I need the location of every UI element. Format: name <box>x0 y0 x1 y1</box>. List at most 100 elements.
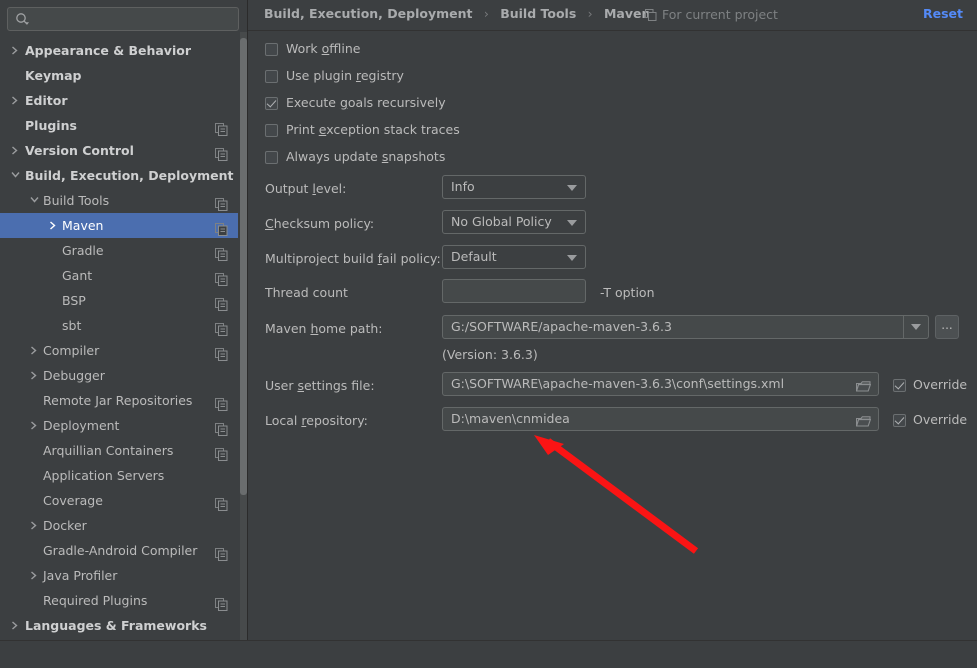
sidebar-item-bsp[interactable]: BSP <box>0 288 240 313</box>
breadcrumb-separator: › <box>587 6 593 21</box>
checkbox-label-3: Print exception stack traces <box>286 122 460 137</box>
reset-link[interactable]: Reset <box>923 6 963 21</box>
user-settings-override-checkbox[interactable] <box>893 379 906 392</box>
sidebar-scrollbar[interactable] <box>238 32 247 640</box>
sidebar-item-label: sbt <box>62 318 82 333</box>
settings-tree[interactable]: Appearance & Behavior Keymap Editor Plugins… <box>0 38 240 640</box>
chevron-down-icon[interactable] <box>9 163 21 188</box>
copy-icon <box>215 294 228 311</box>
sidebar-item-label: Docker <box>43 518 87 533</box>
user-settings-file-label: User settings file: <box>265 378 375 393</box>
copy-icon <box>215 244 228 261</box>
local-repository-override-checkbox[interactable] <box>893 414 906 427</box>
sidebar-item-coverage[interactable]: Coverage <box>0 488 240 513</box>
search-input[interactable] <box>34 8 234 30</box>
checksum-policy-dropdown[interactable]: No Global Policy <box>442 210 586 234</box>
copy-icon <box>215 594 228 611</box>
chevron-right-icon[interactable] <box>9 613 21 638</box>
sidebar-item-label: Build, Execution, Deployment <box>25 168 234 183</box>
checkbox-label-1: Use plugin registry <box>286 68 404 83</box>
sidebar-item-keymap[interactable]: Keymap <box>0 63 240 88</box>
sidebar-item-build-execution-deployment[interactable]: Build, Execution, Deployment <box>0 163 240 188</box>
chevron-right-icon[interactable] <box>9 138 21 163</box>
copy-icon <box>215 444 228 461</box>
scrollbar-thumb[interactable] <box>240 38 247 495</box>
sidebar-item-arquillian-containers[interactable]: Arquillian Containers <box>0 438 240 463</box>
sidebar-item-editor[interactable]: Editor <box>0 88 240 113</box>
sidebar-item-label: Gradle-Android Compiler <box>43 543 198 558</box>
thread-count-input[interactable] <box>442 279 586 303</box>
checksum-policy-label: Checksum policy: <box>265 216 375 231</box>
sidebar-item-debugger[interactable]: Debugger <box>0 363 240 388</box>
local-repository-value: D:\maven\cnmidea <box>451 411 570 426</box>
copy-icon <box>215 419 228 436</box>
sidebar-item-build-tools[interactable]: Build Tools <box>0 188 240 213</box>
sidebar-item-label: Java Profiler <box>43 568 118 583</box>
breadcrumb-item-1[interactable]: Build Tools <box>500 6 576 21</box>
multiproject-policy-dropdown[interactable]: Default <box>442 245 586 269</box>
sidebar-item-label: Maven <box>62 218 104 233</box>
folder-icon[interactable] <box>855 413 872 427</box>
maven-home-browse-button[interactable]: ... <box>935 315 959 339</box>
sidebar-item-label: Appearance & Behavior <box>25 43 191 58</box>
sidebar-item-gant[interactable]: Gant <box>0 263 240 288</box>
sidebar-item-remote-jar-repositories[interactable]: Remote Jar Repositories <box>0 388 240 413</box>
chevron-right-icon[interactable] <box>47 213 59 238</box>
sidebar-item-languages-frameworks[interactable]: Languages & Frameworks <box>0 613 240 638</box>
red-arrow-annotation <box>520 425 720 565</box>
chevron-right-icon[interactable] <box>28 338 40 363</box>
copy-icon <box>215 344 228 361</box>
sidebar-item-docker[interactable]: Docker <box>0 513 240 538</box>
sidebar-item-required-plugins[interactable]: Required Plugins <box>0 588 240 613</box>
chevron-right-icon[interactable] <box>28 413 40 438</box>
folder-icon[interactable] <box>855 378 872 392</box>
chevron-right-icon[interactable] <box>9 88 21 113</box>
sidebar-item-label: Languages & Frameworks <box>25 618 207 633</box>
sidebar-item-version-control[interactable]: Version Control <box>0 138 240 163</box>
checkbox-label-0: Work offline <box>286 41 361 56</box>
breadcrumb: Build, Execution, Deployment › Build Too… <box>264 6 650 24</box>
sidebar-item-deployment[interactable]: Deployment <box>0 413 240 438</box>
sidebar-item-label: Debugger <box>43 368 105 383</box>
chevron-right-icon[interactable] <box>28 563 40 588</box>
copy-icon <box>215 494 228 511</box>
sidebar-item-java-profiler[interactable]: Java Profiler <box>0 563 240 588</box>
sidebar-item-gradle-android-compiler[interactable]: Gradle-Android Compiler <box>0 538 240 563</box>
copy-icon <box>215 394 228 411</box>
checkbox-1[interactable] <box>265 70 278 83</box>
output-level-dropdown[interactable]: Info <box>442 175 586 199</box>
user-settings-file-value: G:\SOFTWARE\apache-maven-3.6.3\conf\sett… <box>451 376 785 391</box>
sidebar-item-label: Coverage <box>43 493 103 508</box>
sidebar-item-appearance-behavior[interactable]: Appearance & Behavior <box>0 38 240 63</box>
maven-home-path-dropdown-button[interactable] <box>903 316 928 338</box>
sidebar-item-application-servers[interactable]: Application Servers <box>0 463 240 488</box>
chevron-down-icon[interactable] <box>28 188 40 213</box>
chevron-down-icon <box>911 324 921 330</box>
sidebar-item-label: Application Servers <box>43 468 165 483</box>
user-settings-file-input[interactable]: G:\SOFTWARE\apache-maven-3.6.3\conf\sett… <box>442 372 879 396</box>
sidebar-item-plugins[interactable]: Plugins <box>0 113 240 138</box>
maven-version-note: (Version: 3.6.3) <box>442 347 538 362</box>
sidebar-item-compiler[interactable]: Compiler <box>0 338 240 363</box>
search-box[interactable] <box>7 7 239 31</box>
chevron-right-icon[interactable] <box>28 363 40 388</box>
sidebar-item-label: Arquillian Containers <box>43 443 174 458</box>
breadcrumb-item-0[interactable]: Build, Execution, Deployment <box>264 6 472 21</box>
checkbox-0[interactable] <box>265 43 278 56</box>
maven-home-path-label: Maven home path: <box>265 321 383 336</box>
breadcrumb-item-2[interactable]: Maven <box>604 6 650 21</box>
search-box-wrapper <box>7 7 239 31</box>
multiproject-policy-label: Multiproject build fail policy: <box>265 251 441 266</box>
maven-home-path-combo[interactable]: G:/SOFTWARE/apache-maven-3.6.3 <box>442 315 929 339</box>
settings-dialog: Appearance & Behavior Keymap Editor Plugins… <box>0 0 977 668</box>
chevron-right-icon[interactable] <box>9 38 21 63</box>
chevron-right-icon[interactable] <box>28 513 40 538</box>
checkbox-label-2: Execute goals recursively <box>286 95 446 110</box>
sidebar-item-maven[interactable]: Maven <box>0 213 240 238</box>
sidebar-item-sbt[interactable]: sbt <box>0 313 240 338</box>
checkbox-3[interactable] <box>265 124 278 137</box>
checkbox-4[interactable] <box>265 151 278 164</box>
sidebar-item-gradle[interactable]: Gradle <box>0 238 240 263</box>
chevron-down-icon <box>567 220 577 226</box>
checkbox-2[interactable] <box>265 97 278 110</box>
